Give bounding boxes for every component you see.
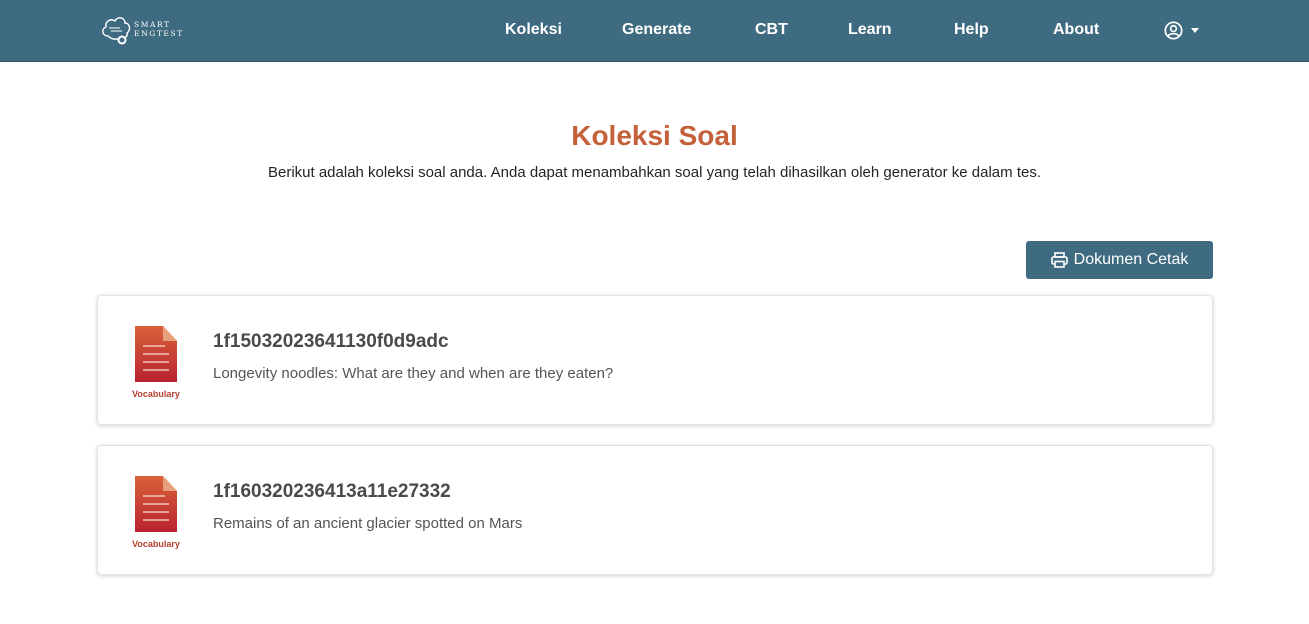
user-circle-icon [1164, 20, 1183, 40]
page-title: Koleksi Soal [571, 120, 738, 151]
user-menu-dropdown[interactable] [1164, 18, 1206, 42]
brand-logo[interactable]: SMART ENGTEST [100, 11, 190, 47]
collection-description: Longevity noodles: What are they and whe… [213, 365, 614, 382]
navbar: SMART ENGTEST Koleksi Generate CBT Learn… [0, 0, 1309, 62]
brand-name-line2: ENGTEST [134, 29, 184, 38]
cloud-logo-icon [102, 17, 131, 45]
nav-help[interactable]: Help [954, 19, 989, 41]
collection-description: Remains of an ancient glacier spotted on… [213, 515, 523, 532]
vocabulary-badge: Vocabulary [128, 476, 184, 549]
collection-card[interactable]: Vocabulary 1f15032023641130f0d9adc Longe… [97, 295, 1213, 425]
category-label: Vocabulary [132, 539, 180, 549]
collection-card[interactable]: Vocabulary 1f160320236413a11e27332 Remai… [97, 445, 1213, 575]
document-icon [135, 326, 177, 382]
nav-about[interactable]: About [1053, 19, 1099, 41]
nav-cbt[interactable]: CBT [755, 19, 788, 41]
nav-koleksi[interactable]: Koleksi [505, 19, 562, 41]
printer-icon [1050, 252, 1068, 268]
chevron-down-icon [1191, 27, 1199, 33]
page-subtitle: Berikut adalah koleksi soal anda. Anda d… [267, 164, 1041, 181]
category-label: Vocabulary [132, 389, 180, 399]
collection-id: 1f15032023641130f0d9adc [213, 331, 449, 352]
document-icon [135, 476, 177, 532]
collection-id: 1f160320236413a11e27332 [213, 481, 451, 502]
nav-learn[interactable]: Learn [848, 19, 892, 41]
nav-generate[interactable]: Generate [622, 19, 691, 41]
print-button-label: Dokumen Cetak [1073, 251, 1189, 268]
print-document-button[interactable]: Dokumen Cetak [1026, 241, 1213, 279]
brand-name-line1: SMART [134, 20, 171, 29]
vocabulary-badge: Vocabulary [128, 326, 184, 399]
